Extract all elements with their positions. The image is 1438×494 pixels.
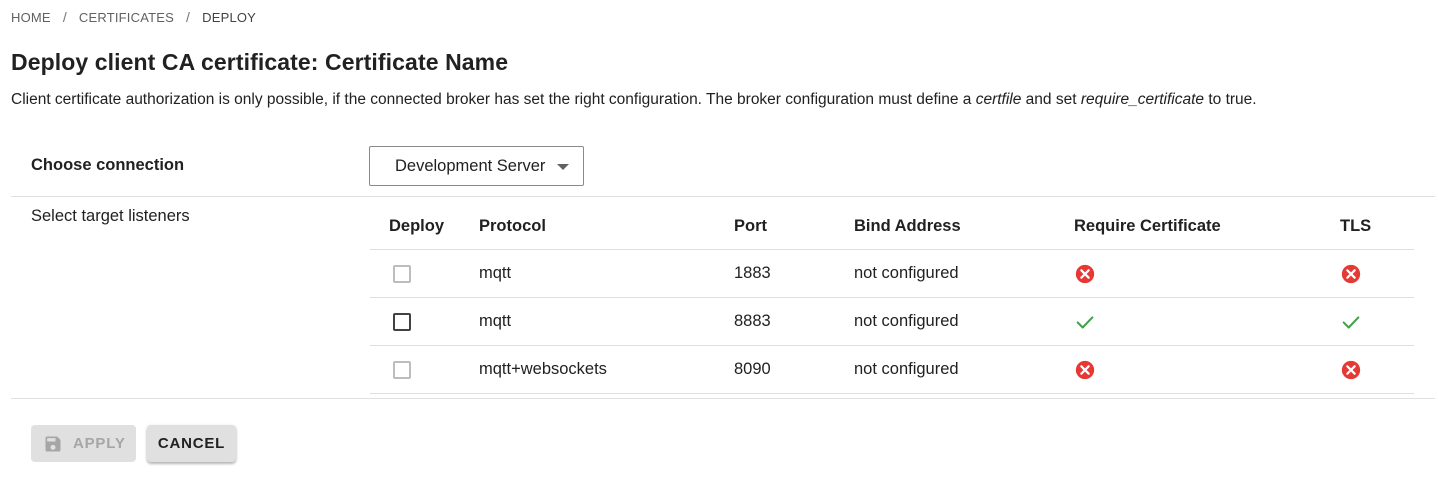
error-icon [1341,360,1361,379]
bind-address-cell: not configured [854,264,959,282]
cancel-button[interactable]: CANCEL [147,425,236,462]
bind-address-cell: not configured [854,312,959,330]
deploy-checkbox[interactable] [393,360,411,379]
port-cell: 8090 [734,360,771,378]
description-certfile: certfile [975,91,1022,108]
breadcrumb-deploy: DEPLOY [202,9,257,25]
deploy-cell [389,250,411,297]
description-text: to true. [1204,91,1257,108]
table-row: mqtt+websockets 8090 not configured [370,346,1414,394]
page-title: Deploy client CA certificate: Certificat… [11,49,509,75]
connection-select[interactable]: Development Server [369,146,584,186]
cancel-button-label: CANCEL [157,435,226,452]
protocol-cell: mqtt [479,312,512,330]
column-header-bind-address: Bind Address [854,216,961,235]
tls-cell [1340,250,1362,297]
protocol-cell: mqtt+websockets [479,360,607,378]
description-text: Client certificate authorization is only… [11,91,976,108]
table-row: mqtt 8883 not configured [370,298,1414,346]
column-header-deploy: Deploy [389,216,445,235]
divider [11,398,1435,399]
breadcrumb-separator: / [186,9,191,25]
breadcrumb: HOME / CERTIFICATES / DEPLOY [11,9,256,25]
tls-cell [1340,298,1362,345]
divider [11,196,1435,197]
check-icon [1076,315,1094,329]
breadcrumb-home[interactable]: HOME [11,10,51,25]
breadcrumb-certificates[interactable]: CERTIFICATES [79,10,174,25]
deploy-checkbox[interactable] [393,264,411,283]
choose-connection-label: Choose connection [31,156,185,174]
table-header-row: Deploy Protocol Port Bind Address Requir… [370,203,1414,250]
deploy-cell [389,346,411,393]
error-icon [1075,264,1095,283]
column-header-port: Port [734,216,767,235]
protocol-cell: mqtt [479,264,512,282]
deploy-page: HOME / CERTIFICATES / DEPLOY Deploy clie… [0,0,1438,494]
apply-button[interactable]: APPLY [31,425,136,462]
tls-cell [1340,346,1362,393]
deploy-cell [389,298,411,345]
description-require-certificate: require_certificate [1080,91,1205,108]
require-certificate-cell [1074,250,1096,297]
connection-select-value: Development Server [395,156,546,175]
column-header-tls: TLS [1340,216,1372,235]
port-cell: 8883 [734,312,771,330]
column-header-require-certificate: Require Certificate [1074,216,1221,235]
select-target-listeners-label: Select target listeners [31,207,190,225]
apply-button-label: APPLY [73,435,126,452]
check-icon [1342,315,1360,329]
error-icon [1341,264,1361,283]
table-row: mqtt 1883 not configured [370,250,1414,298]
bind-address-cell: not configured [854,360,959,378]
column-header-protocol: Protocol [479,216,546,235]
require-certificate-cell [1074,298,1096,345]
require-certificate-cell [1074,346,1096,393]
description-text: and set [1021,91,1081,108]
breadcrumb-separator: / [62,9,67,25]
port-cell: 1883 [734,264,771,282]
error-icon [1075,360,1095,379]
dropdown-arrow-icon [557,164,569,170]
listeners-table: Deploy Protocol Port Bind Address Requir… [370,203,1414,394]
page-description: Client certificate authorization is only… [11,91,1257,109]
deploy-checkbox[interactable] [393,312,411,331]
save-icon [45,436,61,451]
